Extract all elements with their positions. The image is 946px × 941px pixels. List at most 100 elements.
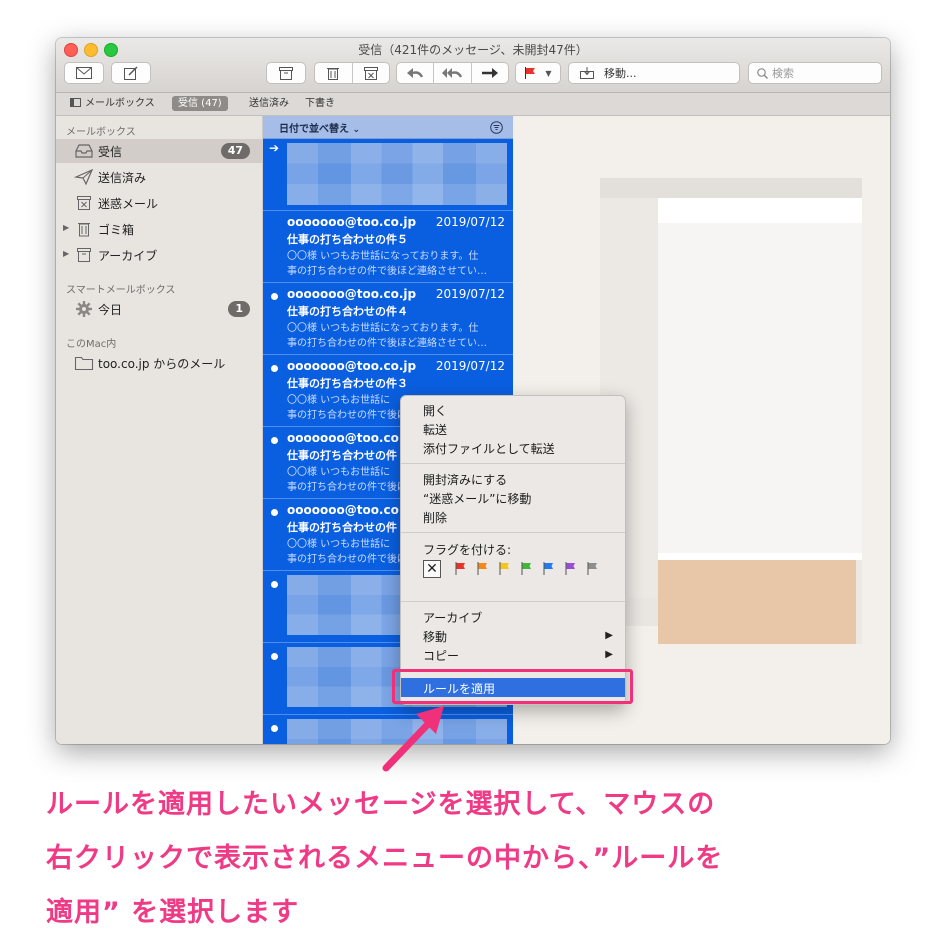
menu-item-mark-read[interactable]: 開封済みにする (423, 471, 507, 488)
list-item[interactable]: ooooooo@too.co.jp 2019/07/12 仕事の打ち合わせの件４… (263, 283, 513, 355)
sort-label[interactable]: 日付で並べ替え ⌄ (279, 120, 360, 135)
junk-button[interactable] (353, 66, 390, 80)
menu-item-move[interactable]: 移動 (423, 628, 447, 645)
flag-color-1-icon[interactable] (455, 562, 465, 575)
annotation-arrow-icon (382, 706, 444, 772)
sidebar-item-junk[interactable]: 迷惑メール (56, 191, 262, 215)
trash-icon (327, 68, 340, 80)
chevron-down-icon: ⌄ (352, 125, 361, 135)
unread-dot-icon (271, 293, 278, 300)
forward-icon (481, 68, 498, 78)
tab-inbox[interactable]: 受信 (47) (172, 96, 228, 111)
highlight-box (392, 669, 633, 704)
submenu-arrow-icon: ▶ (605, 649, 613, 660)
chevron-down-icon: ▼ (545, 68, 552, 78)
menu-separator (401, 601, 625, 602)
trash-button[interactable] (315, 66, 352, 80)
flag-color-7-icon[interactable] (587, 562, 597, 575)
inbox-icon (75, 144, 93, 158)
redacted-block (287, 143, 507, 205)
mailbox-toggle-button[interactable]: メールボックス (70, 96, 155, 111)
get-mail-button[interactable] (64, 62, 104, 84)
sidebar-section-mac: このMac内 (66, 339, 117, 350)
menu-separator (401, 463, 625, 464)
menu-item-move-to-junk[interactable]: “迷惑メール”に移動 (423, 490, 531, 507)
search-field[interactable]: 検索 (748, 62, 882, 84)
move-icon (580, 67, 594, 79)
sidebar-icon (70, 98, 81, 107)
reply-icon (407, 68, 424, 78)
unread-dot-icon (271, 725, 278, 732)
menu-item-delete[interactable]: 削除 (423, 509, 447, 526)
flag-icon (525, 67, 536, 79)
submenu-arrow-icon: ▶ (605, 630, 613, 641)
search-placeholder: 検索 (772, 67, 794, 80)
compose-icon (124, 66, 138, 80)
tab-drafts[interactable]: 下書き (305, 96, 335, 111)
favorites-bar: メールボックス 受信 (47) 送信済み 下書き (56, 93, 890, 116)
gear-icon (76, 301, 92, 317)
menu-item-archive[interactable]: アーカイブ (423, 609, 482, 626)
flag-color-row (455, 562, 597, 575)
flag-clear-button[interactable]: ✕ (423, 560, 441, 578)
list-item-redacted[interactable]: ➔ (263, 139, 513, 211)
sidebar-item-archive[interactable]: ▶ アーカイブ (56, 243, 262, 267)
compose-button[interactable] (111, 62, 151, 84)
reply-all-button[interactable] (434, 68, 470, 78)
menu-separator (401, 532, 625, 533)
caption-line-2: 右クリックで表示されるメニューの中から、”ルールを (46, 843, 724, 874)
flag-color-3-icon[interactable] (499, 562, 509, 575)
search-icon (757, 67, 768, 79)
flag-color-4-icon[interactable] (521, 562, 531, 575)
reply-all-icon (442, 68, 463, 78)
sidebar-item-inbox[interactable]: 受信 47 (56, 139, 262, 163)
menu-item-copy[interactable]: コピー (423, 647, 459, 664)
flag-color-6-icon[interactable] (565, 562, 575, 575)
list-item[interactable]: ooooooo@too.co.jp 2019/07/12 仕事の打ち合わせの件５… (263, 211, 513, 283)
sidebar-item-sent[interactable]: 送信済み (56, 165, 262, 189)
sort-bar[interactable]: 日付で並べ替え ⌄ (263, 116, 513, 139)
unread-dot-icon (271, 509, 278, 516)
sidebar-item-today[interactable]: 今日 1 (56, 297, 262, 321)
unread-dot-icon (271, 365, 278, 372)
move-to-button[interactable]: 移動... (568, 62, 740, 84)
titlebar: 受信（421件のメッセージ、未開封47件） ▼ 移動... 検索 (56, 38, 890, 93)
archive-icon (77, 248, 91, 262)
unread-dot-icon (271, 581, 278, 588)
sidebar-section-mailboxes: メールボックス (66, 127, 136, 138)
forward-button[interactable] (472, 68, 508, 78)
unread-badge: 47 (220, 143, 250, 159)
forwarded-arrow-icon: ➔ (269, 141, 280, 155)
sidebar: メールボックス 受信 47 送信済み 迷惑メール ▶ ゴミ箱 ▶ アーカイブ ス… (56, 116, 263, 744)
sidebar-section-smart: スマートメールボックス (66, 285, 176, 296)
caption-line-1: ルールを適用したいメッセージを選択して、マウスの (46, 789, 716, 820)
unread-dot-icon (271, 653, 278, 660)
reply-forward-group (396, 62, 509, 84)
folder-icon (74, 356, 94, 371)
reply-button[interactable] (397, 68, 433, 78)
window-title: 受信（421件のメッセージ、未開封47件） (358, 43, 588, 57)
menu-item-forward[interactable]: 転送 (423, 421, 447, 438)
envelope-icon (76, 67, 92, 79)
caption-line-3: 適用” を選択します (46, 897, 300, 928)
flag-color-5-icon[interactable] (543, 562, 553, 575)
move-label: 移動... (604, 67, 637, 80)
junk-icon (363, 66, 378, 80)
junk-icon (77, 196, 91, 210)
flag-menu-button[interactable]: ▼ (515, 62, 561, 84)
menu-item-forward-attachment[interactable]: 添付ファイルとして転送 (423, 440, 555, 457)
sidebar-item-trash[interactable]: ▶ ゴミ箱 (56, 217, 262, 241)
menu-item-open[interactable]: 開く (423, 402, 447, 419)
redacted-preview (600, 178, 862, 644)
archive-button[interactable] (266, 62, 306, 84)
flag-color-2-icon[interactable] (477, 562, 487, 575)
disclosure-triangle-icon[interactable]: ▶ (63, 223, 69, 232)
sidebar-item-too-mail[interactable]: too.co.jp からのメール (56, 351, 262, 375)
delete-junk-group (314, 62, 390, 84)
filter-icon[interactable] (490, 121, 503, 134)
disclosure-triangle-icon[interactable]: ▶ (63, 249, 69, 258)
paper-plane-icon (74, 168, 94, 186)
count-badge: 1 (228, 301, 250, 317)
archive-icon (279, 66, 293, 80)
tab-sent[interactable]: 送信済み (249, 96, 289, 111)
